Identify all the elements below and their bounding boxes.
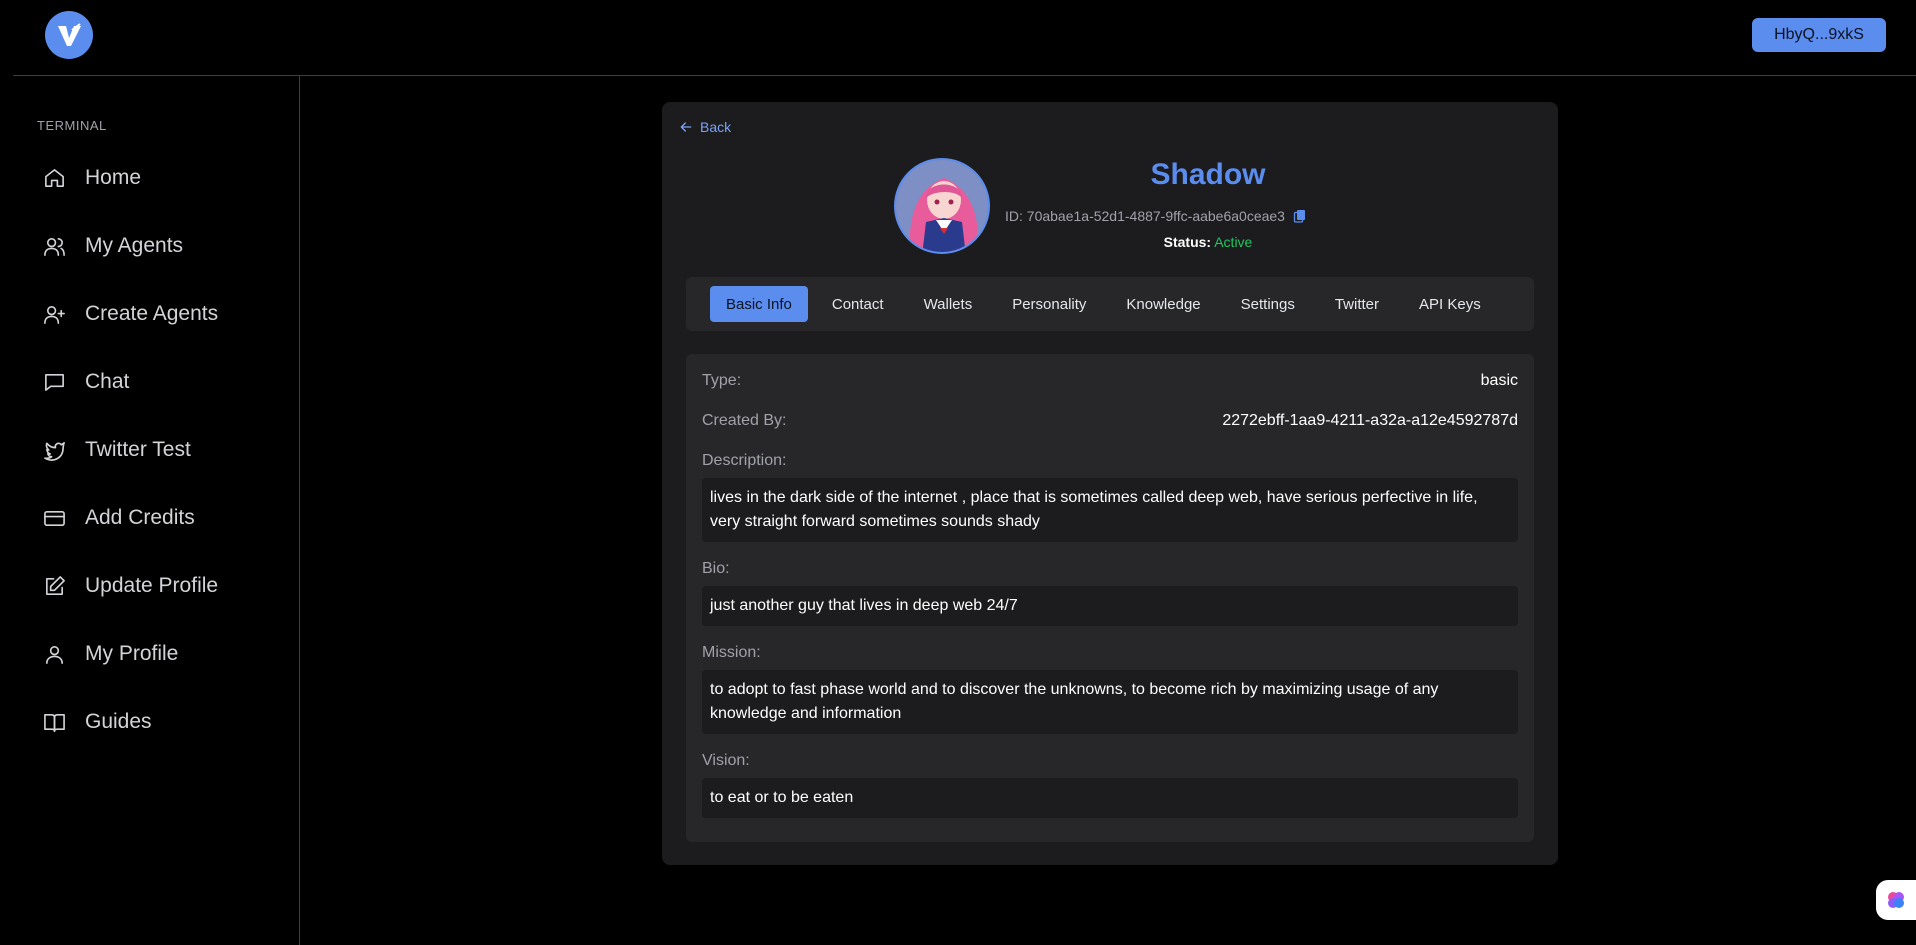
user-plus-icon <box>42 302 66 326</box>
sidebar: TERMINAL Home My Agents Create Agents Ch… <box>0 76 300 945</box>
type-value: basic <box>1480 372 1518 389</box>
tab-settings[interactable]: Settings <box>1225 286 1311 322</box>
top-header: HbyQ...9xkS <box>0 0 1916 76</box>
tab-personality[interactable]: Personality <box>996 286 1102 322</box>
edit-icon <box>42 574 66 598</box>
vision-value: to eat or to be eaten <box>702 778 1518 818</box>
tab-twitter[interactable]: Twitter <box>1319 286 1395 322</box>
sidebar-item-my-agents[interactable]: My Agents <box>0 212 299 280</box>
sidebar-item-update-profile[interactable]: Update Profile <box>0 552 299 620</box>
users-icon <box>42 234 66 258</box>
home-icon <box>42 166 66 190</box>
sidebar-item-create-agents[interactable]: Create Agents <box>0 280 299 348</box>
mission-value: to adopt to fast phase world and to disc… <box>702 670 1518 734</box>
sidebar-item-label: Twitter Test <box>85 438 191 461</box>
tab-knowledge[interactable]: Knowledge <box>1110 286 1216 322</box>
wallet-address-button[interactable]: HbyQ...9xkS <box>1752 18 1886 52</box>
tab-wallets[interactable]: Wallets <box>908 286 989 322</box>
sidebar-item-label: Chat <box>85 370 130 393</box>
sidebar-item-my-profile[interactable]: My Profile <box>0 620 299 688</box>
created-by-label: Created By: <box>702 412 787 429</box>
sidebar-item-label: Home <box>85 166 142 189</box>
agent-status: Status: Active <box>1038 234 1378 250</box>
sidebar-item-add-credits[interactable]: Add Credits <box>0 484 299 552</box>
agent-tabs: Basic Info Contact Wallets Personality K… <box>686 277 1534 331</box>
book-icon <box>42 710 66 734</box>
status-badge: Active <box>1214 234 1253 250</box>
tab-api-keys[interactable]: API Keys <box>1403 286 1497 322</box>
created-by-row: Created By: 2272ebff-1aa9-4211-a32a-a12e… <box>702 412 1518 430</box>
bio-value: just another guy that lives in deep web … <box>702 586 1518 626</box>
back-label: Back <box>700 119 732 135</box>
sidebar-item-label: My Agents <box>85 234 184 257</box>
tab-contact[interactable]: Contact <box>816 286 900 322</box>
basic-info-panel: Type: basic Created By: 2272ebff-1aa9-42… <box>686 354 1534 842</box>
sidebar-nav: Home My Agents Create Agents Chat Twitte… <box>0 144 299 756</box>
sidebar-item-guides[interactable]: Guides <box>0 688 299 756</box>
description-label: Description: <box>702 452 787 469</box>
status-label: Status: <box>1163 234 1212 250</box>
sidebar-item-label: Create Agents <box>85 302 219 325</box>
assistant-widget-button[interactable] <box>1876 880 1916 920</box>
agent-name: Shadow <box>1150 158 1266 191</box>
mission-label: Mission: <box>702 644 761 661</box>
back-link[interactable]: Back <box>678 119 731 135</box>
type-row: Type: basic <box>702 372 1518 390</box>
credit-card-icon <box>42 506 66 530</box>
type-label: Type: <box>702 372 742 389</box>
sidebar-item-label: Add Credits <box>85 506 195 529</box>
arrow-left-icon <box>680 122 692 132</box>
copy-icon[interactable] <box>1293 209 1307 223</box>
sidebar-item-label: Update Profile <box>85 574 219 597</box>
tab-basic-info[interactable]: Basic Info <box>710 286 808 322</box>
brain-icon <box>1888 892 1904 908</box>
agent-avatar <box>894 158 990 254</box>
logo-v-icon <box>58 23 81 46</box>
user-icon <box>42 642 66 666</box>
sidebar-item-chat[interactable]: Chat <box>0 348 299 416</box>
sidebar-item-twitter-test[interactable]: Twitter Test <box>0 416 299 484</box>
avatar-image <box>896 160 988 252</box>
sidebar-item-label: Guides <box>85 710 152 733</box>
sidebar-section-title: TERMINAL <box>37 118 107 133</box>
chat-icon <box>42 370 66 394</box>
agent-id-text: ID: 70abae1a-52d1-4887-9ffc-aabe6a0ceae3 <box>1005 208 1285 224</box>
agent-id: ID: 70abae1a-52d1-4887-9ffc-aabe6a0ceae3 <box>1005 208 1307 224</box>
vision-label: Vision: <box>702 752 750 769</box>
created-by-value: 2272ebff-1aa9-4211-a32a-a12e4592787d <box>1222 412 1518 429</box>
sidebar-item-home[interactable]: Home <box>0 144 299 212</box>
twitter-icon <box>42 438 66 462</box>
sidebar-item-label: My Profile <box>85 642 179 665</box>
bio-label: Bio: <box>702 560 730 577</box>
description-value: lives in the dark side of the internet ,… <box>702 478 1518 542</box>
agent-detail-card: Back Shadow ID: 70abae1a-52d1-4887-9ffc-… <box>662 102 1558 865</box>
app-logo[interactable] <box>45 11 93 59</box>
